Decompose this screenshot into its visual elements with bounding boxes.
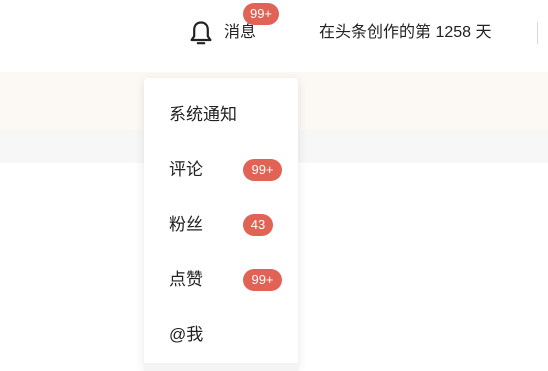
menu-item-followers[interactable]: 粉丝 43 <box>144 205 298 245</box>
notifications-dropdown: 系统通知 评论 99+ 粉丝 43 点赞 99+ @我 <box>144 78 298 368</box>
menu-item-label: 系统通知 <box>169 105 237 124</box>
menu-item-label: 粉丝 <box>169 215 203 234</box>
menu-item-mentions[interactable]: @我 <box>144 315 298 355</box>
header-divider <box>537 22 538 44</box>
top-header: 消息 99+ 在头条创作的第 1258 天 <box>0 0 548 72</box>
menu-item-comments[interactable]: 评论 99+ <box>144 150 298 190</box>
menu-item-label: 点赞 <box>169 270 203 289</box>
comments-count-badge: 99+ <box>243 159 282 181</box>
menu-item-system-notice[interactable]: 系统通知 <box>144 95 298 135</box>
followers-count-badge: 43 <box>243 214 273 236</box>
likes-count-badge: 99+ <box>243 269 282 291</box>
menu-item-label: @我 <box>169 325 204 344</box>
menu-item-likes[interactable]: 点赞 99+ <box>144 260 298 300</box>
notifications-button[interactable]: 消息 <box>186 18 256 48</box>
bell-icon <box>190 21 212 45</box>
notifications-count-badge: 99+ <box>243 3 279 25</box>
menu-item-label: 评论 <box>169 160 203 179</box>
creator-days-text: 在头条创作的第 1258 天 <box>319 24 492 41</box>
dropdown-footer-strip <box>144 363 298 371</box>
